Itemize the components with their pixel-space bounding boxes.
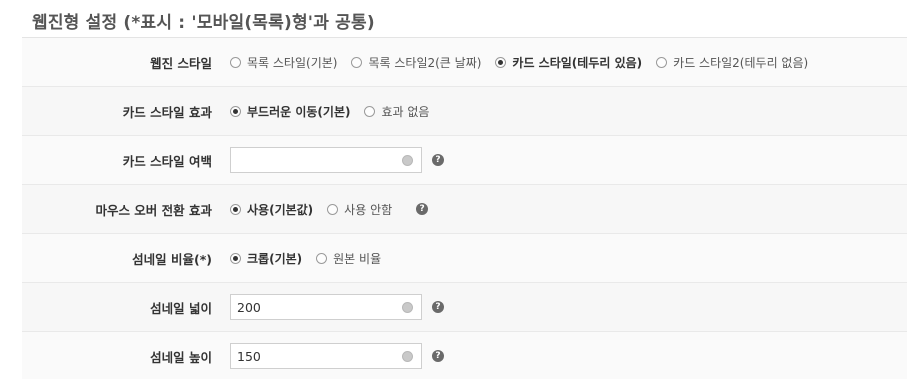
radio-crop[interactable]: 크롭(기본) bbox=[230, 250, 302, 267]
help-icon[interactable]: ? bbox=[432, 301, 444, 313]
radio-card-style[interactable]: 카드 스타일(테두리 있음) bbox=[495, 54, 642, 71]
radio-label: 효과 없음 bbox=[381, 104, 430, 119]
radio-card-style-2[interactable]: 카드 스타일2(테두리 없음) bbox=[656, 54, 808, 71]
input-button[interactable] bbox=[393, 295, 421, 319]
radio-label: 사용 안함 bbox=[344, 202, 393, 217]
input-button[interactable] bbox=[393, 148, 421, 172]
field-label: 웹진 스타일 bbox=[150, 55, 212, 71]
form-row-thumbnail-height: 섬네일 높이 ? bbox=[22, 332, 907, 379]
radio-label: 사용(기본값) bbox=[247, 202, 314, 217]
help-icon[interactable]: ? bbox=[432, 154, 444, 166]
radio-label: 부드러운 이동(기본) bbox=[247, 104, 351, 119]
radio-no-effect[interactable]: 효과 없음 bbox=[364, 103, 429, 120]
thumbnail-height-input[interactable] bbox=[231, 344, 391, 368]
radio-button-icon[interactable] bbox=[230, 56, 241, 68]
radio-label: 크롭(기본) bbox=[247, 251, 303, 266]
radio-button-icon[interactable] bbox=[230, 252, 241, 264]
form-row-thumbnail-width: 섬네일 넓이 ? bbox=[22, 283, 907, 332]
thumbnail-height-input-wrap bbox=[230, 343, 422, 369]
field-label: 카드 스타일 효과 bbox=[122, 104, 212, 120]
form-row-card-effect: 카드 스타일 효과 부드러운 이동(기본) 효과 없음 bbox=[22, 87, 907, 136]
radio-not-use[interactable]: 사용 안함 bbox=[327, 201, 392, 218]
radio-button-icon[interactable] bbox=[495, 56, 507, 68]
card-margin-control: ? bbox=[230, 136, 907, 184]
card-margin-input[interactable] bbox=[231, 148, 391, 172]
field-label: 섬네일 높이 bbox=[150, 349, 212, 365]
field-label: 마우스 오버 전환 효과 bbox=[95, 202, 212, 218]
radio-smooth-move[interactable]: 부드러운 이동(기본) bbox=[230, 103, 350, 120]
radio-group-webzine-style: 목록 스타일(기본) 목록 스타일2(큰 날짜) 카드 스타일(테두리 있음) … bbox=[230, 38, 907, 86]
radio-list-style-2[interactable]: 목록 스타일2(큰 날짜) bbox=[351, 54, 481, 71]
radio-button-icon[interactable] bbox=[230, 105, 241, 117]
radio-label: 카드 스타일(테두리 있음) bbox=[512, 55, 643, 70]
radio-group-thumbnail-ratio: 크롭(기본) 원본 비율 bbox=[230, 234, 907, 282]
field-label: 섬네일 넓이 bbox=[150, 300, 212, 316]
input-button[interactable] bbox=[393, 344, 421, 368]
globe-icon bbox=[401, 154, 413, 166]
radio-label: 원본 비율 bbox=[333, 251, 382, 266]
radio-label: 목록 스타일(기본) bbox=[247, 55, 338, 70]
form-row-webzine-style: 웹진 스타일 목록 스타일(기본) 목록 스타일2(큰 날짜) 카드 스타일(테… bbox=[22, 38, 907, 87]
form-row-card-margin: 카드 스타일 여백 ? bbox=[22, 136, 907, 185]
field-label: 카드 스타일 여백 bbox=[122, 153, 212, 169]
field-label: 섬네일 비율(*) bbox=[132, 251, 212, 267]
radio-button-icon[interactable] bbox=[351, 56, 363, 68]
radio-button-icon[interactable] bbox=[230, 203, 241, 215]
radio-button-icon[interactable] bbox=[327, 203, 339, 215]
radio-group-mouseover: 사용(기본값) 사용 안함 ? bbox=[230, 185, 907, 233]
globe-icon bbox=[401, 350, 413, 362]
radio-label: 목록 스타일2(큰 날짜) bbox=[368, 55, 482, 70]
thumbnail-width-input-wrap bbox=[230, 294, 422, 320]
thumbnail-width-control: ? bbox=[230, 283, 907, 331]
radio-button-icon[interactable] bbox=[656, 56, 668, 68]
radio-label: 카드 스타일2(테두리 없음) bbox=[673, 55, 809, 70]
help-icon[interactable]: ? bbox=[416, 203, 429, 215]
radio-use-default[interactable]: 사용(기본값) bbox=[230, 201, 313, 218]
form-row-mouseover-effect: 마우스 오버 전환 효과 사용(기본값) 사용 안함 ? bbox=[22, 185, 907, 234]
thumbnail-height-control: ? bbox=[230, 332, 907, 379]
globe-icon bbox=[401, 301, 413, 313]
section-title: 웹진형 설정 (*표시 : '모바일(목록)형'과 공통) bbox=[32, 13, 375, 33]
help-icon[interactable]: ? bbox=[432, 350, 444, 362]
radio-button-icon[interactable] bbox=[364, 105, 376, 117]
radio-list-style[interactable]: 목록 스타일(기본) bbox=[230, 54, 337, 71]
thumbnail-width-input[interactable] bbox=[231, 295, 391, 319]
settings-form: 웹진 스타일 목록 스타일(기본) 목록 스타일2(큰 날짜) 카드 스타일(테… bbox=[22, 37, 907, 379]
radio-group-card-effect: 부드러운 이동(기본) 효과 없음 bbox=[230, 87, 907, 135]
card-margin-input-wrap bbox=[230, 147, 422, 173]
form-row-thumbnail-ratio: 섬네일 비율(*) 크롭(기본) 원본 비율 bbox=[22, 234, 907, 283]
radio-button-icon[interactable] bbox=[316, 252, 328, 264]
radio-original-ratio[interactable]: 원본 비율 bbox=[316, 250, 381, 267]
